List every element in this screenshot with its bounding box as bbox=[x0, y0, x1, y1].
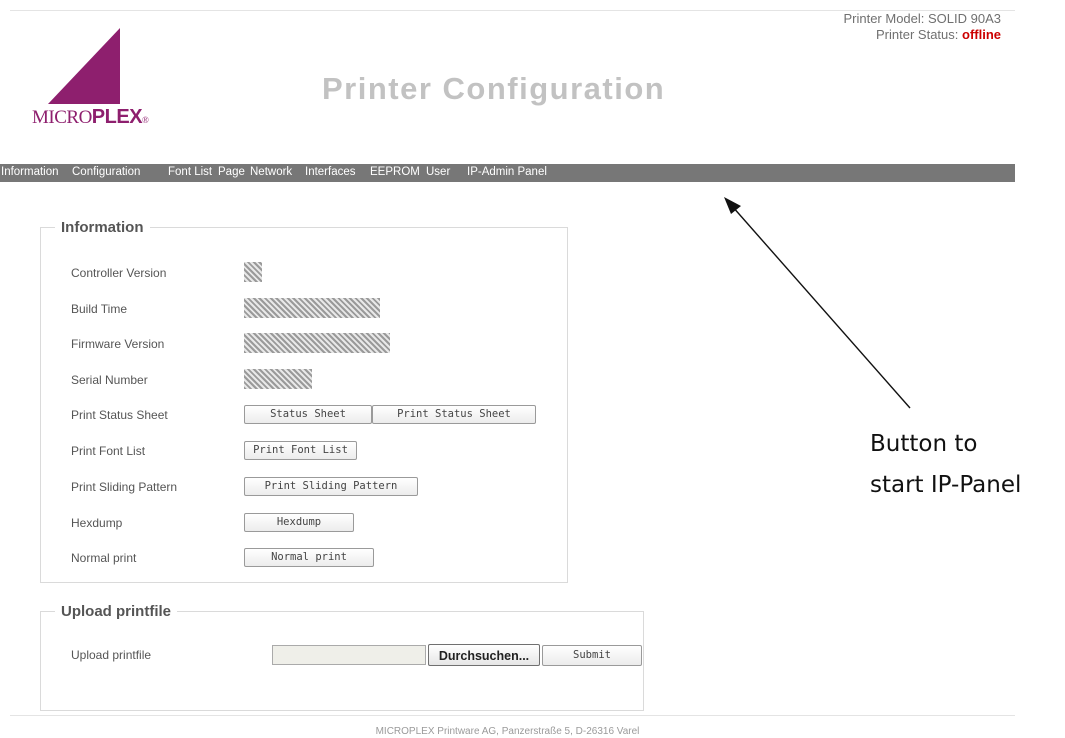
nav-eeprom[interactable]: EEPROM bbox=[370, 166, 420, 178]
annotation-callout: Button to start IP-Panel bbox=[870, 424, 1021, 506]
row-label: Normal print bbox=[71, 551, 137, 565]
logo-part-micro: MICRO bbox=[32, 107, 92, 128]
printer-info: Printer Model: SOLID 90A3 Printer Status… bbox=[843, 11, 1001, 43]
information-section: Information Controller Version Build Tim… bbox=[40, 219, 568, 583]
footer-address: MICROPLEX Printware AG, Panzerstraße 5, … bbox=[375, 726, 640, 737]
print-sliding-pattern-button[interactable]: Print Sliding Pattern bbox=[244, 477, 418, 496]
submit-button[interactable]: Submit bbox=[542, 645, 642, 666]
row-label: Controller Version bbox=[71, 266, 167, 280]
information-legend: Information bbox=[61, 219, 144, 236]
annotation-line-1: Button to bbox=[870, 431, 978, 457]
redacted-value bbox=[244, 333, 390, 353]
print-status-sheet-button[interactable]: Print Status Sheet bbox=[372, 405, 536, 424]
upload-section: Upload printfile Upload printfile Durchs… bbox=[40, 603, 644, 711]
nav-page[interactable]: Page bbox=[218, 166, 245, 178]
row-label: Upload printfile bbox=[71, 648, 152, 662]
nav-font-list[interactable]: Font List bbox=[168, 166, 212, 178]
logo-registered: ® bbox=[142, 115, 149, 125]
nav-ip-admin-panel[interactable]: IP-Admin Panel bbox=[467, 166, 547, 178]
upload-legend: Upload printfile bbox=[61, 603, 171, 620]
microplex-logo: MICROPLEX® bbox=[30, 28, 230, 138]
redacted-value bbox=[244, 298, 380, 318]
printer-status: Printer Status: offline bbox=[843, 27, 1001, 43]
row-label: Serial Number bbox=[71, 373, 148, 387]
hexdump-button[interactable]: Hexdump bbox=[244, 513, 354, 532]
row-label: Print Font List bbox=[71, 444, 146, 458]
file-path-input[interactable] bbox=[272, 645, 426, 665]
main-nav: Information Configuration Font List Page… bbox=[0, 164, 1015, 182]
footer-divider bbox=[10, 715, 1015, 716]
logo-part-p: P bbox=[91, 106, 105, 128]
browse-button[interactable]: Durchsuchen... bbox=[428, 644, 540, 666]
nav-user[interactable]: User bbox=[426, 166, 450, 178]
nav-network[interactable]: Network bbox=[250, 166, 292, 178]
status-sheet-button[interactable]: Status Sheet bbox=[244, 405, 372, 424]
logo-wordmark: MICROPLEX® bbox=[32, 106, 149, 129]
nav-interfaces[interactable]: Interfaces bbox=[305, 166, 356, 178]
row-label: Print Sliding Pattern bbox=[71, 480, 178, 494]
printer-status-value: offline bbox=[962, 27, 1001, 42]
nav-information[interactable]: Information bbox=[1, 166, 59, 178]
row-label: Print Status Sheet bbox=[71, 408, 168, 422]
logo-part-lex: LEX bbox=[104, 106, 143, 128]
nav-configuration[interactable]: Configuration bbox=[72, 166, 140, 178]
row-label: Hexdump bbox=[71, 516, 123, 530]
redacted-value bbox=[244, 262, 262, 282]
normal-print-button[interactable]: Normal print bbox=[244, 548, 374, 567]
printer-model: Printer Model: SOLID 90A3 bbox=[843, 11, 1001, 26]
print-font-list-button[interactable]: Print Font List bbox=[244, 441, 357, 460]
redacted-value bbox=[244, 369, 312, 389]
row-upload-printfile: Upload printfile Durchsuchen... Submit bbox=[71, 644, 642, 668]
page-title: Printer Configuration bbox=[322, 71, 666, 106]
row-label: Build Time bbox=[71, 302, 128, 316]
annotation-line-2: start IP-Panel bbox=[870, 472, 1022, 498]
printer-status-label: Printer Status: bbox=[876, 27, 962, 42]
row-label: Firmware Version bbox=[71, 337, 165, 351]
